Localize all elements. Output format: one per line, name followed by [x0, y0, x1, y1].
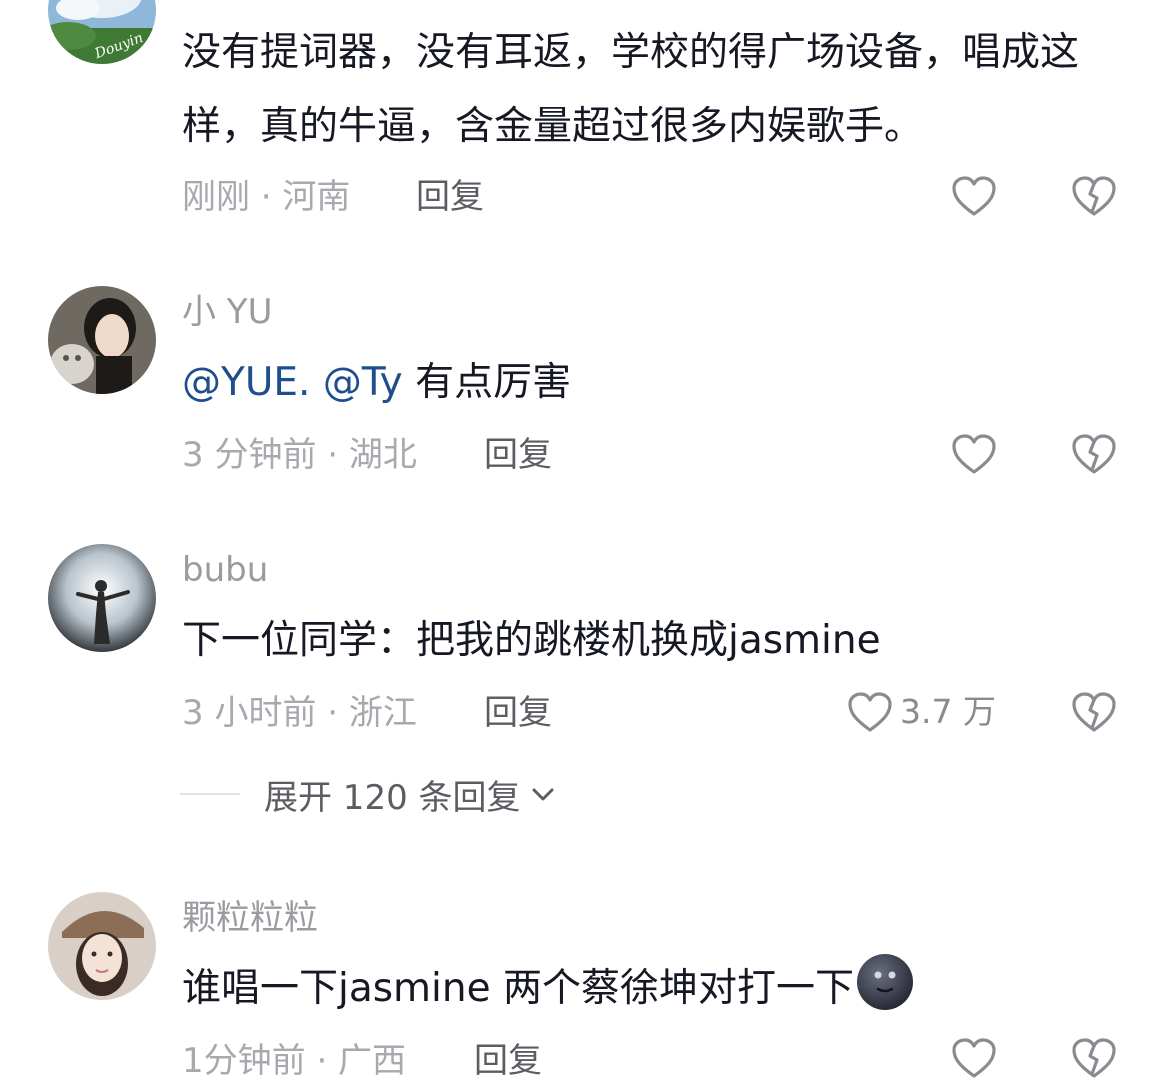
dislike-button[interactable]: [1070, 1036, 1118, 1084]
comment-text: 谁唱一下jasmine 两个蔡徐坤对打一下: [182, 952, 1132, 1036]
reply-button[interactable]: 回复: [416, 177, 484, 217]
broken-heart-icon: [1072, 176, 1116, 216]
comment-text: @YUE. @Ty 有点厉害: [182, 346, 1132, 420]
dislike-button[interactable]: [1070, 174, 1118, 222]
like-button[interactable]: [950, 1036, 998, 1080]
like-button[interactable]: [950, 432, 998, 476]
like-button[interactable]: [950, 174, 998, 218]
reply-button[interactable]: 回复: [484, 693, 552, 733]
avatar[interactable]: Douyin: [48, 0, 156, 64]
expand-replies-label: 展开 120 条回复: [264, 777, 521, 818]
like-button[interactable]: 3.7 万: [846, 690, 996, 734]
comment-username[interactable]: bubu: [182, 550, 268, 590]
reply-button[interactable]: 回复: [474, 1041, 542, 1081]
moon-face-emoji: [856, 953, 914, 1036]
comment-text: 没有提词器，没有耳返，学校的得广场设备，唱成这样，真的牛逼，含金量超过很多内娱歌…: [182, 30, 1080, 149]
dislike-button[interactable]: [1070, 690, 1118, 738]
comment-body: 谁唱一下jasmine 两个蔡徐坤对打一下: [182, 966, 854, 1011]
avatar[interactable]: [48, 286, 156, 394]
divider-line: [180, 793, 240, 795]
dislike-button[interactable]: [1070, 432, 1118, 480]
chevron-down-icon: [532, 788, 554, 801]
comment-body: 有点厉害: [415, 360, 572, 405]
comment-time-location: 3 小时前 · 浙江: [182, 693, 417, 733]
heart-outline-icon: [848, 692, 892, 732]
avatar[interactable]: [48, 544, 156, 652]
comment-username[interactable]: 小 YU: [182, 292, 272, 332]
comment-time-location: 3 分钟前 · 湖北: [182, 435, 417, 475]
comment-time-location: 1分钟前 · 广西: [182, 1041, 407, 1081]
broken-heart-icon: [1072, 1038, 1116, 1078]
comment-time-location: 刚刚 · 河南: [182, 177, 351, 217]
heart-outline-icon: [952, 176, 996, 216]
heart-outline-icon: [952, 1038, 996, 1078]
heart-outline-icon: [952, 434, 996, 474]
reply-button[interactable]: 回复: [484, 435, 552, 475]
mention-link[interactable]: @YUE.: [182, 360, 310, 405]
expand-replies-button[interactable]: 展开 120 条回复: [180, 770, 557, 818]
like-count: 3.7 万: [900, 692, 996, 731]
comment-username[interactable]: 颗粒粒粒: [182, 898, 318, 938]
mention-link[interactable]: @Ty: [323, 360, 403, 405]
comment-text: 下一位同学：把我的跳楼机换成jasmine: [182, 618, 881, 663]
broken-heart-icon: [1072, 434, 1116, 474]
broken-heart-icon: [1072, 692, 1116, 732]
avatar[interactable]: [48, 892, 156, 1000]
